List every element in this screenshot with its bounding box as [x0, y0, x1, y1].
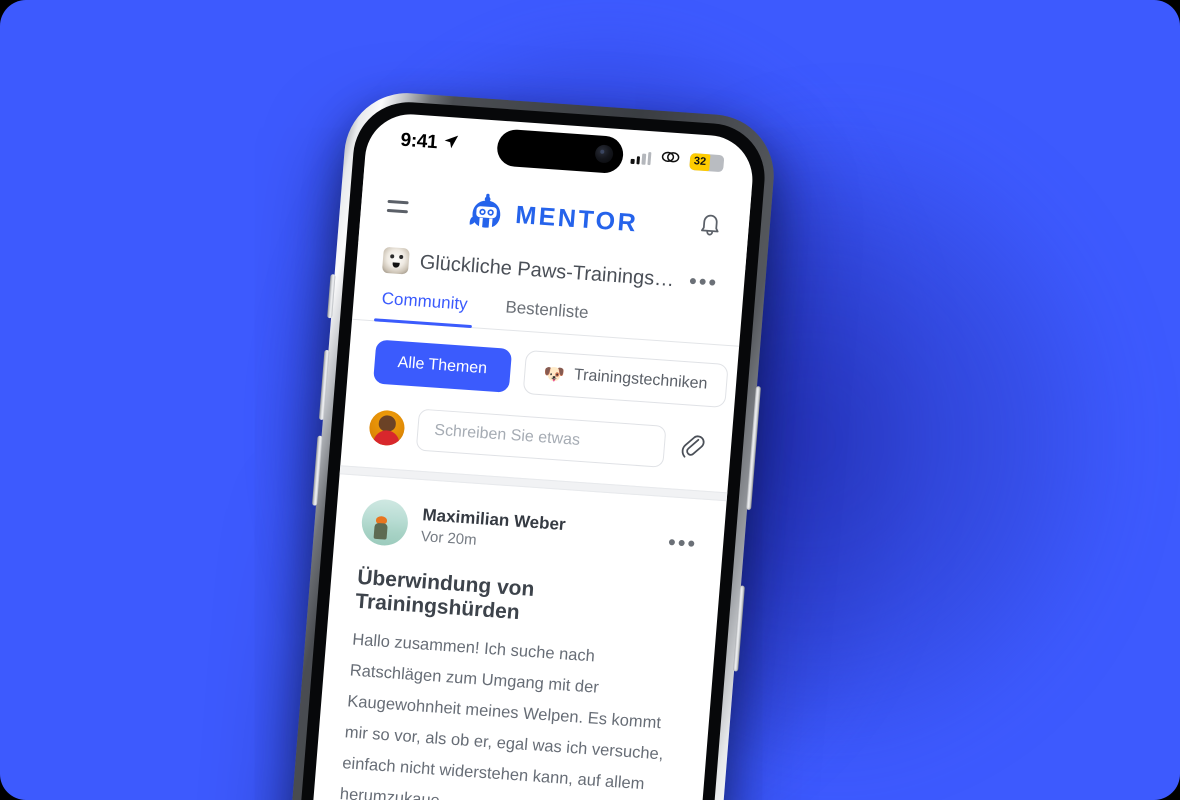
brand-logo: MENTOR — [466, 191, 640, 245]
post-card: Maximilian Weber Vor 20m ••• Überwindung… — [313, 474, 727, 800]
screenshot-stage: 9:41 32 MENTOR Glückliche Paws-Trainings… — [0, 0, 1180, 800]
paperclip-icon[interactable] — [677, 432, 707, 466]
post-body-text: Hallo zusammen! Ich suche nach Ratschläg… — [339, 630, 665, 800]
battery-indicator: 32 — [689, 152, 725, 172]
dynamic-island — [495, 128, 625, 175]
hamburger-line — [387, 199, 409, 205]
tab-bestenliste[interactable]: Bestenliste — [502, 293, 592, 335]
front-camera-icon — [594, 144, 614, 164]
battery-percent-label: 32 — [693, 155, 707, 169]
chip-alle-themen[interactable]: Alle Themen — [372, 339, 512, 393]
chip-label: Alle Themen — [397, 354, 488, 378]
iphone-device: 9:41 32 MENTOR Glückliche Paws-Trainings… — [278, 89, 779, 800]
dog-photo-avatar — [381, 246, 410, 275]
chain-link-icon — [659, 149, 682, 170]
chip-trainingstechniken[interactable]: 🐶 Trainingstechniken — [522, 349, 730, 408]
status-indicators: 32 — [630, 147, 725, 173]
composer-input[interactable] — [415, 408, 667, 468]
hamburger-menu-icon[interactable] — [386, 199, 409, 214]
post-title: Überwindung von Trainingshürden — [354, 565, 536, 625]
more-horizontal-icon[interactable]: ••• — [667, 529, 698, 556]
robot-head-icon — [466, 191, 506, 235]
cellular-bars-icon — [630, 150, 652, 165]
chip-label: Trainingstechniken — [573, 366, 709, 393]
dog-face-icon: 🐶 — [543, 363, 566, 385]
landscape-photo-avatar — [360, 497, 410, 548]
status-time-group: 9:41 — [400, 130, 459, 156]
hamburger-line — [386, 208, 408, 214]
brand-name-label: MENTOR — [514, 200, 640, 237]
phone-screen: 9:41 32 MENTOR Glückliche Paws-Trainings… — [301, 111, 756, 800]
tab-community[interactable]: Community — [378, 285, 471, 327]
user-avatar — [368, 408, 406, 447]
notification-bell-icon[interactable] — [696, 212, 724, 246]
status-time-label: 9:41 — [399, 129, 439, 154]
more-horizontal-icon[interactable]: ••• — [688, 268, 719, 295]
post-header: Maximilian Weber Vor 20m ••• — [360, 497, 699, 567]
post-author-meta: Maximilian Weber Vor 20m — [420, 505, 566, 555]
location-arrow-icon — [442, 133, 459, 156]
